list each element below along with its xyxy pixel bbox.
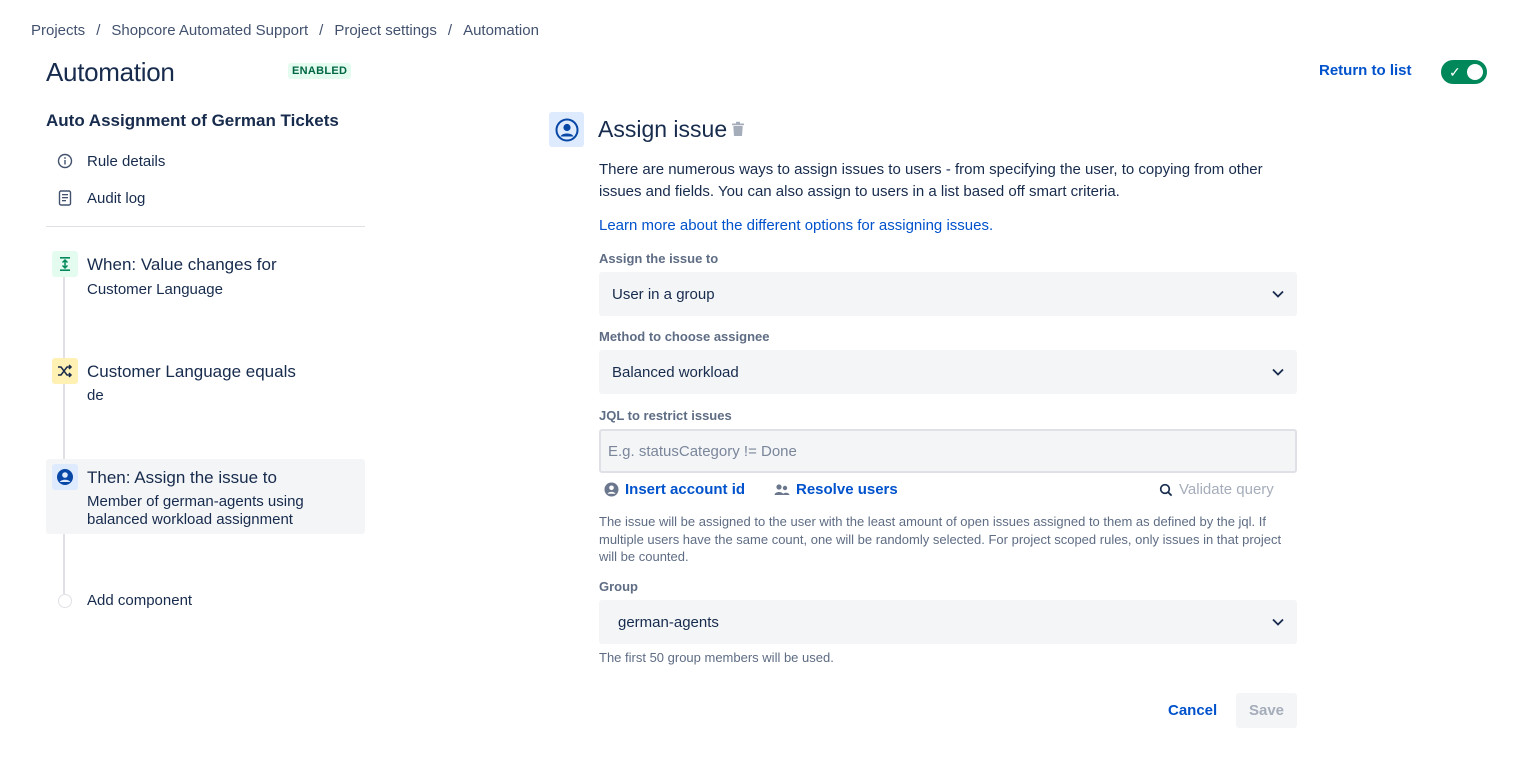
group-label: Group: [599, 579, 638, 594]
method-help-text: The issue will be assigned to the user w…: [599, 514, 1282, 564]
validate-query-button[interactable]: Validate query: [1159, 481, 1274, 498]
breadcrumb-project[interactable]: Shopcore Automated Support: [111, 22, 308, 39]
method-label: Method to choose assignee: [599, 329, 770, 344]
document-icon: [55, 188, 75, 208]
audit-log-label: Audit log: [87, 189, 146, 207]
check-icon: ✓: [1449, 64, 1461, 80]
add-component-link[interactable]: Add component: [87, 592, 192, 609]
chevron-down-icon: [1272, 368, 1284, 376]
component-condition[interactable]: [52, 358, 78, 384]
component-trigger-title[interactable]: When: Value changes for: [87, 255, 277, 275]
rule-enabled-toggle[interactable]: ✓: [1441, 60, 1487, 84]
chevron-down-icon: [1272, 290, 1284, 298]
people-icon: [774, 483, 790, 497]
resolve-users-label: Resolve users: [796, 481, 898, 498]
info-icon: [55, 151, 75, 171]
insert-account-id-link[interactable]: Insert account id: [604, 481, 745, 498]
jql-input[interactable]: [599, 429, 1297, 473]
user-circle-icon: [604, 482, 619, 497]
breadcrumb-automation[interactable]: Automation: [463, 22, 539, 39]
panel-title: Assign issue: [598, 116, 728, 142]
trash-icon[interactable]: [731, 121, 745, 137]
panel-description: There are numerous ways to assign issues…: [599, 161, 1263, 200]
component-trigger[interactable]: [52, 251, 78, 277]
trigger-icon: [52, 251, 78, 277]
page-title: Automation: [46, 57, 175, 87]
breadcrumb: Projects / Shopcore Automated Support / …: [31, 22, 539, 39]
breadcrumb-projects[interactable]: Projects: [31, 22, 85, 39]
breadcrumb-separator: /: [96, 22, 101, 39]
resolve-users-link[interactable]: Resolve users: [774, 481, 898, 498]
breadcrumb-project-settings[interactable]: Project settings: [334, 22, 437, 39]
assign-to-value: User in a group: [612, 285, 715, 303]
group-help-text: The first 50 group members will be used.: [599, 650, 834, 665]
toggle-knob: [1467, 64, 1483, 80]
assign-user-icon: [549, 112, 584, 147]
component-condition-title[interactable]: Customer Language equals: [87, 362, 296, 382]
user-avatar-icon: [52, 464, 78, 490]
component-action-subtitle-line2: balanced workload assignment: [87, 511, 293, 528]
assign-to-label: Assign the issue to: [599, 251, 719, 266]
rule-details-label: Rule details: [87, 152, 166, 170]
component-action[interactable]: [52, 464, 78, 490]
breadcrumb-separator: /: [319, 22, 324, 39]
cancel-button[interactable]: Cancel: [1160, 693, 1225, 728]
condition-shuffle-icon: [52, 358, 78, 384]
component-condition-subtitle: de: [87, 387, 104, 404]
return-to-list-link[interactable]: Return to list: [1319, 62, 1412, 79]
group-value: german-agents: [618, 613, 719, 631]
chevron-down-icon: [1272, 618, 1284, 626]
audit-log-link[interactable]: Audit log: [55, 188, 145, 208]
component-action-title[interactable]: Then: Assign the issue to: [87, 468, 277, 488]
learn-more-link[interactable]: Learn more about the different options f…: [599, 217, 993, 234]
search-icon: [1159, 483, 1173, 496]
status-badge: ENABLED: [288, 63, 352, 79]
rule-name: Auto Assignment of German Tickets: [46, 111, 339, 130]
save-button[interactable]: Save: [1236, 693, 1297, 728]
validate-query-label: Validate query: [1179, 481, 1274, 498]
component-action-subtitle-line1: Member of german-agents using: [87, 493, 304, 510]
insert-account-id-label: Insert account id: [625, 481, 746, 498]
component-trigger-subtitle: Customer Language: [87, 281, 223, 298]
rule-details-link[interactable]: Rule details: [55, 151, 165, 171]
breadcrumb-separator: /: [447, 22, 453, 39]
method-select[interactable]: Balanced workload: [599, 350, 1297, 394]
group-select[interactable]: german-agents: [599, 600, 1297, 644]
method-value: Balanced workload: [612, 363, 739, 381]
component-connector-line: [63, 276, 65, 594]
jql-label: JQL to restrict issues: [599, 408, 732, 423]
assign-to-select[interactable]: User in a group: [599, 272, 1297, 316]
sidebar-divider: [46, 226, 365, 227]
add-component-dot[interactable]: [58, 594, 72, 608]
